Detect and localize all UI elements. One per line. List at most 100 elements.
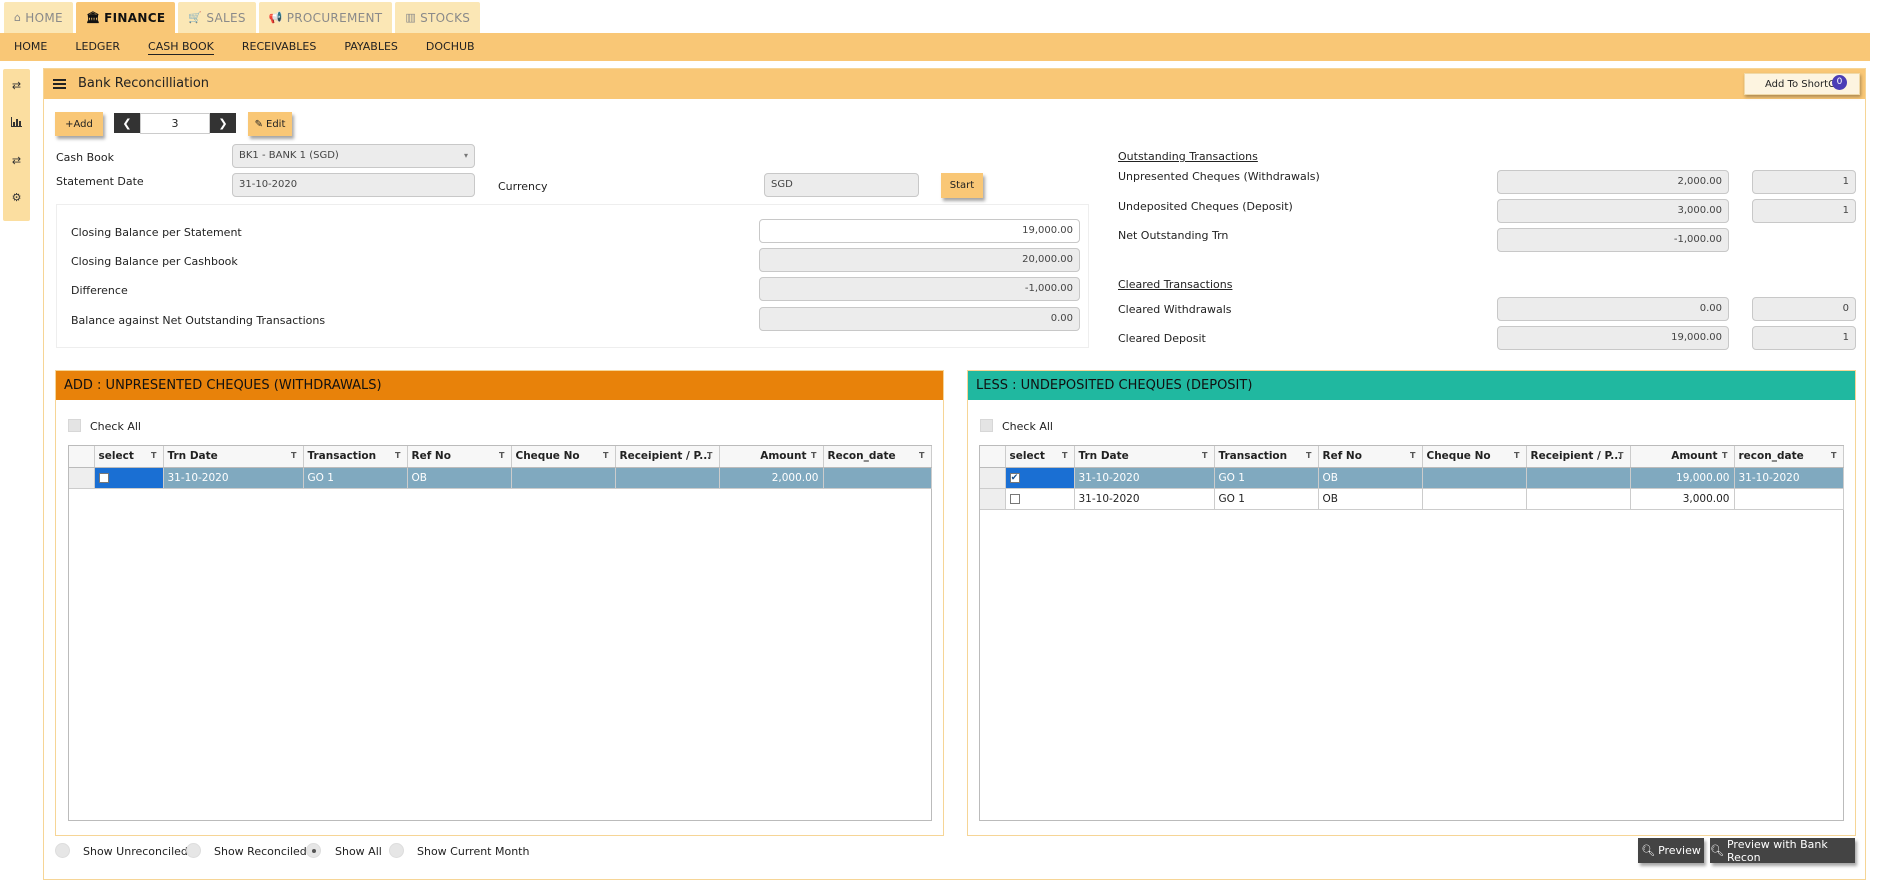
panel-header	[44, 69, 1865, 99]
col-transaction[interactable]: Transaction T	[1214, 446, 1319, 468]
col-select[interactable]: select T	[1005, 446, 1075, 468]
radio-show-unreconciled[interactable]	[55, 843, 70, 858]
undeposited-panel-title: LESS : UNDEPOSITED CHEQUES (DEPOSIT)	[968, 371, 1855, 400]
filter-icon[interactable]: T	[811, 451, 816, 460]
col-trn-date[interactable]: Trn Date T	[1074, 446, 1215, 468]
col-amount[interactable]: Amount T	[1630, 446, 1735, 468]
row-checkbox-checked[interactable]: ✔	[1009, 472, 1020, 483]
check-all-checkbox-left[interactable]	[68, 419, 81, 432]
row-indicator	[980, 467, 1006, 489]
preview-button[interactable]: 🔍︎ Preview	[1638, 838, 1704, 863]
table-row[interactable]: ✔ 31-10-2020 GO 1 OB 19,000.00 31-10-202…	[980, 467, 1844, 489]
col-label: Ref No	[1322, 450, 1362, 463]
col-ref-no[interactable]: Ref No T	[1318, 446, 1423, 468]
col-select[interactable]: select T	[94, 446, 164, 468]
swap-icon[interactable]: ⇄	[3, 79, 30, 92]
recipient-cell	[615, 467, 720, 489]
col-recipient[interactable]: Receipient / P... T	[615, 446, 720, 468]
unpresented-panel-title: ADD : UNPRESENTED CHEQUES (WITHDRAWALS)	[56, 371, 943, 400]
filter-icon[interactable]: T	[1410, 451, 1415, 460]
filter-icon[interactable]: T	[707, 451, 712, 460]
menu-icon[interactable]	[53, 79, 66, 89]
filter-icon[interactable]: T	[1831, 451, 1836, 460]
subnav-payables[interactable]: PAYABLES	[344, 40, 398, 54]
col-label: select	[1009, 450, 1045, 463]
table-row[interactable]: 31-10-2020 GO 1 OB 2,000.00	[69, 467, 932, 489]
next-record-button[interactable]: ❯	[210, 113, 236, 133]
radio-show-current-month[interactable]	[389, 843, 404, 858]
col-transaction[interactable]: Transaction T	[303, 446, 408, 468]
chart-icon[interactable]	[3, 117, 30, 130]
select-cell[interactable]: ✔	[1005, 467, 1075, 489]
col-label: Recon_date	[827, 450, 896, 463]
col-recipient[interactable]: Receipient / P... T	[1526, 446, 1631, 468]
col-trn-date[interactable]: Trn Date T	[163, 446, 304, 468]
closing-statement-input[interactable]: 19,000.00	[759, 219, 1080, 243]
transfer-icon[interactable]: ⇄	[3, 154, 30, 167]
col-amount[interactable]: Amount T	[719, 446, 824, 468]
chevron-down-icon: ▾	[463, 151, 468, 160]
bar-chart-icon: ▥	[405, 11, 417, 24]
col-label: Receipient / P...	[1530, 450, 1623, 463]
top-tab-bar: ⌂ HOME 🏛 FINANCE 🛒 SALES 📢 PROCUREMENT ▥ STOC…	[4, 2, 481, 33]
tab-sales[interactable]: 🛒 SALES	[178, 2, 256, 33]
row-indicator-header	[69, 446, 95, 468]
col-cheque-no[interactable]: Cheque No T	[511, 446, 616, 468]
start-button[interactable]: Start	[941, 173, 983, 198]
subnav-cash-book[interactable]: CASH BOOK	[148, 40, 214, 55]
cleared-deposit-label: Cleared Deposit	[1118, 332, 1206, 345]
tab-finance[interactable]: 🏛 FINANCE	[75, 2, 176, 33]
trn-date-cell: 31-10-2020	[1074, 467, 1215, 489]
statement-date-label: Statement Date	[56, 175, 144, 188]
col-ref-no[interactable]: Ref No T	[407, 446, 512, 468]
select-cell[interactable]	[94, 467, 164, 489]
tab-stocks[interactable]: ▥ STOCKS	[395, 2, 481, 33]
filter-icon[interactable]: T	[291, 451, 296, 460]
tab-home[interactable]: ⌂ HOME	[4, 2, 73, 33]
edit-button[interactable]: ✎ Edit	[248, 112, 292, 136]
row-checkbox[interactable]	[98, 472, 109, 483]
currency-field[interactable]: SGD	[764, 173, 919, 197]
statement-date-field[interactable]: 31-10-2020	[232, 173, 475, 197]
filter-icon[interactable]: T	[1722, 451, 1727, 460]
cheque-no-cell	[1422, 488, 1527, 510]
radio-show-reconciled[interactable]	[186, 843, 201, 858]
row-indicator-header	[980, 446, 1006, 468]
filter-icon[interactable]: T	[919, 451, 924, 460]
filter-icon[interactable]: T	[1514, 451, 1519, 460]
record-number-input[interactable]: 3	[140, 113, 210, 134]
preview-bank-recon-button[interactable]: 🔍︎ Preview with Bank Recon	[1710, 838, 1855, 864]
filter-icon[interactable]: T	[395, 451, 400, 460]
tab-procurement[interactable]: 📢 PROCUREMENT	[258, 2, 393, 33]
subnav-ledger[interactable]: LEDGER	[75, 40, 120, 54]
filter-icon[interactable]: T	[1062, 451, 1067, 460]
cogs-icon[interactable]: ⚙	[3, 191, 30, 204]
col-cheque-no[interactable]: Cheque No T	[1422, 446, 1527, 468]
home-icon: ⌂	[14, 11, 22, 24]
col-recon-date[interactable]: recon_date T	[1734, 446, 1844, 468]
edit-label: Edit	[266, 118, 286, 130]
cash-book-select[interactable]: BK1 - BANK 1 (SGD) ▾	[232, 144, 475, 168]
subnav-home[interactable]: HOME	[14, 40, 47, 54]
col-label: Trn Date	[167, 450, 218, 463]
col-recon-date[interactable]: Recon_date T	[823, 446, 932, 468]
filter-icon[interactable]: T	[603, 451, 608, 460]
filter-icon[interactable]: T	[1618, 451, 1623, 460]
bank-icon: 🏛	[85, 11, 101, 24]
subnav-receivables[interactable]: RECEIVABLES	[242, 40, 316, 54]
subnav-dochub[interactable]: DOCHUB	[426, 40, 475, 54]
filter-icon[interactable]: T	[1202, 451, 1207, 460]
filter-icon[interactable]: T	[151, 451, 156, 460]
check-all-checkbox-right[interactable]	[980, 419, 993, 432]
col-label: Amount	[760, 450, 807, 463]
prev-record-button[interactable]: ❮	[114, 113, 140, 133]
net-outstanding-amount: -1,000.00	[1497, 228, 1729, 252]
radio-show-all[interactable]	[306, 843, 321, 858]
table-row[interactable]: 31-10-2020 GO 1 OB 3,000.00	[980, 488, 1844, 510]
row-checkbox[interactable]	[1009, 493, 1020, 504]
add-button[interactable]: +Add	[55, 112, 103, 136]
select-cell[interactable]	[1005, 488, 1075, 510]
filter-icon[interactable]: T	[1306, 451, 1311, 460]
show-reconciled-label: Show Reconciled	[214, 845, 307, 858]
filter-icon[interactable]: T	[499, 451, 504, 460]
